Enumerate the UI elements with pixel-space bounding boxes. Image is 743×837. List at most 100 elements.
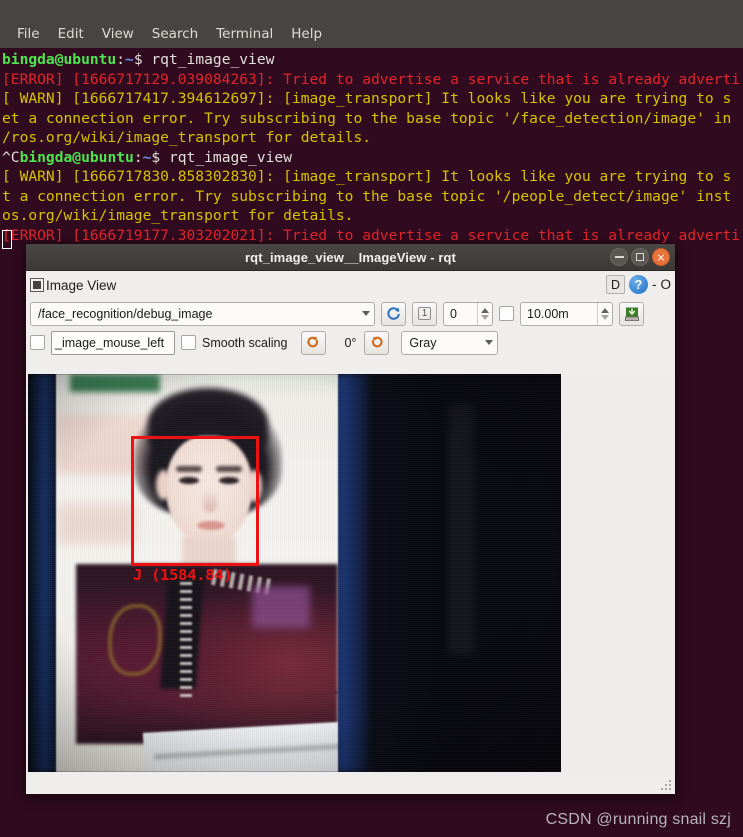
rotation-value: 0° [344,335,357,350]
window-title: rqt_image_view__ImageView - rqt [245,249,456,265]
rqt-image-view-window: rqt_image_view__ImageView - rqt × Image … [25,243,676,795]
outfit-purple-accent [252,586,310,628]
publish-rate-value: 0 [450,306,457,321]
scene-blue-left-edge [28,374,58,772]
minimize-button[interactable] [610,248,628,266]
rotate-ccw-button[interactable] [301,330,327,355]
publish-rate-spinbox[interactable]: 0 [443,301,493,326]
poster-logo-icon: ✣ [334,686,338,702]
screen: File Edit View Search Terminal Help bing… [0,0,743,837]
terminal-line: [ WARN] [1666717830.858302830]: [image_t… [0,167,743,187]
statusbar [26,782,675,794]
terminal-text-run: bingda@ubuntu [19,148,134,166]
dock-actions: D ? - O [605,275,671,294]
terminal-text-run: et a connection error. Try subscribing t… [2,109,732,127]
poster-pink-band-2 [56,504,136,544]
stepper-down-icon[interactable] [481,314,489,320]
scene-dark-strip [448,404,474,654]
terminal-text-run: bingda@ubuntu [2,51,117,68]
chevron-down-icon [485,340,494,345]
maximize-button[interactable] [631,248,649,266]
window-titlebar[interactable]: rqt_image_view__ImageView - rqt × [26,244,675,271]
maximize-icon [636,253,644,261]
max-range-stepper[interactable] [597,302,612,325]
terminal-text-run: t a connection error. Try subscribing to… [2,187,732,205]
dock-title: Image View [46,277,117,293]
terminal-line: [ERROR] [1666717129.039084263]: Tried to… [0,70,743,90]
dock-grip-inner [33,281,41,289]
terminal-text-run: $ rqt_image_view [151,148,292,166]
colormap-value: Gray [409,335,437,350]
terminal-text-run: [ERROR] [1666719177.303202021]: Tried to… [2,226,741,244]
toolbar-options-row: _image_mouse_left Smooth scaling 0° Gray [26,328,675,357]
numbered-topic-button[interactable]: 1 [412,301,437,326]
terminal-line: t a connection error. Try subscribing to… [0,187,743,207]
colormap-combobox[interactable]: Gray [401,330,499,355]
poster-green-band [70,374,160,392]
stepper-up-icon[interactable] [481,307,489,313]
dock-close-label[interactable]: O [660,277,671,292]
terminal-text-run: : [116,51,126,68]
toolbar-topic-row: /face_recognition/debug_image 1 0 10.00m [26,299,675,328]
outfit-studs-vertical [180,582,192,702]
menu-item-file[interactable]: File [8,25,49,43]
max-range-spinbox[interactable]: 10.00m [520,301,613,326]
save-image-button[interactable] [619,301,644,326]
camera-scene: ✣ [28,374,561,772]
refresh-topics-button[interactable] [381,301,406,326]
dock-minimize-label[interactable]: - [652,277,657,292]
face-detection-label: J (1584.84) [133,566,233,584]
chevron-down-icon [362,311,370,316]
menu-item-search[interactable]: Search [143,25,207,43]
camera-image[interactable]: ✣ J (1584.84) [28,374,561,772]
smooth-scaling-label: Smooth scaling [202,335,288,350]
terminal-line: os.org/wiki/image_transport for details. [0,206,743,226]
terminal-output: bingda@ubuntu:~$ rqt_image_view [ERROR] [… [0,50,743,245]
mouse-topic-input[interactable]: _image_mouse_left [51,330,175,355]
image-display-panel[interactable]: ✣ J (1584.84) [28,374,673,782]
terminal-line: /ros.org/wiki/image_transport for detail… [0,128,743,148]
terminal-text-run: [ERROR] [1666717129.039084263]: Tried to… [2,70,741,88]
minimize-icon [614,256,624,258]
terminal-text-run: os.org/wiki/image_transport for details. [2,207,354,224]
terminal-text-run: $ rqt_image_view [133,51,275,68]
menu-item-edit[interactable]: Edit [49,25,93,43]
dock-grip-icon[interactable] [30,278,44,292]
publish-rate-stepper[interactable] [477,302,492,325]
terminal-text-run: [ WARN] [1666717417.394612697]: [image_t… [2,90,732,107]
close-button[interactable]: × [652,248,670,266]
outfit-gold-embroidery [108,604,162,676]
rotate-cw-button[interactable] [364,330,390,355]
menu-item-view[interactable]: View [93,25,143,43]
rotate-counterclockwise-icon [307,336,319,348]
resize-grip[interactable] [660,779,673,792]
terminal-line: ^Cbingda@ubuntu:~$ rqt_image_view [0,148,743,168]
max-range-checkbox[interactable] [499,306,514,321]
terminal-text-run: : [133,148,143,166]
watermark: CSDN @running snail szj [545,811,731,828]
save-icon [624,307,639,321]
help-icon[interactable]: ? [628,275,648,294]
topic-combobox-value: /face_recognition/debug_image [38,306,213,321]
terminal-text-run: /ros.org/wiki/image_transport for detail… [2,129,372,146]
topic-combobox[interactable]: /face_recognition/debug_image [30,301,375,326]
dock-float-button[interactable]: D [605,275,625,294]
max-range-value: 10.00m [527,306,569,321]
stepper-up-icon[interactable] [601,307,609,313]
menu-item-help[interactable]: Help [282,25,331,43]
face-detection-bounding-box [131,436,259,566]
terminal-menubar: File Edit View Search Terminal Help [0,0,743,48]
menu-item-terminal[interactable]: Terminal [207,25,282,43]
window-controls: × [610,248,670,266]
smooth-scaling-checkbox[interactable] [181,335,196,350]
terminal-line: [ WARN] [1666717417.394612697]: [image_t… [0,89,743,109]
terminal-cursor [2,230,12,249]
terminal-text-run: ^C [2,148,20,166]
mouse-topic-checkbox[interactable] [30,335,45,350]
terminal-line: et a connection error. Try subscribing t… [0,109,743,129]
terminal-line: bingda@ubuntu:~$ rqt_image_view [0,50,743,70]
numbered-topic-icon: 1 [417,307,432,320]
rotate-clockwise-icon [372,336,384,348]
stepper-down-icon[interactable] [601,314,609,320]
dock-header: Image View D ? - O [26,271,675,299]
